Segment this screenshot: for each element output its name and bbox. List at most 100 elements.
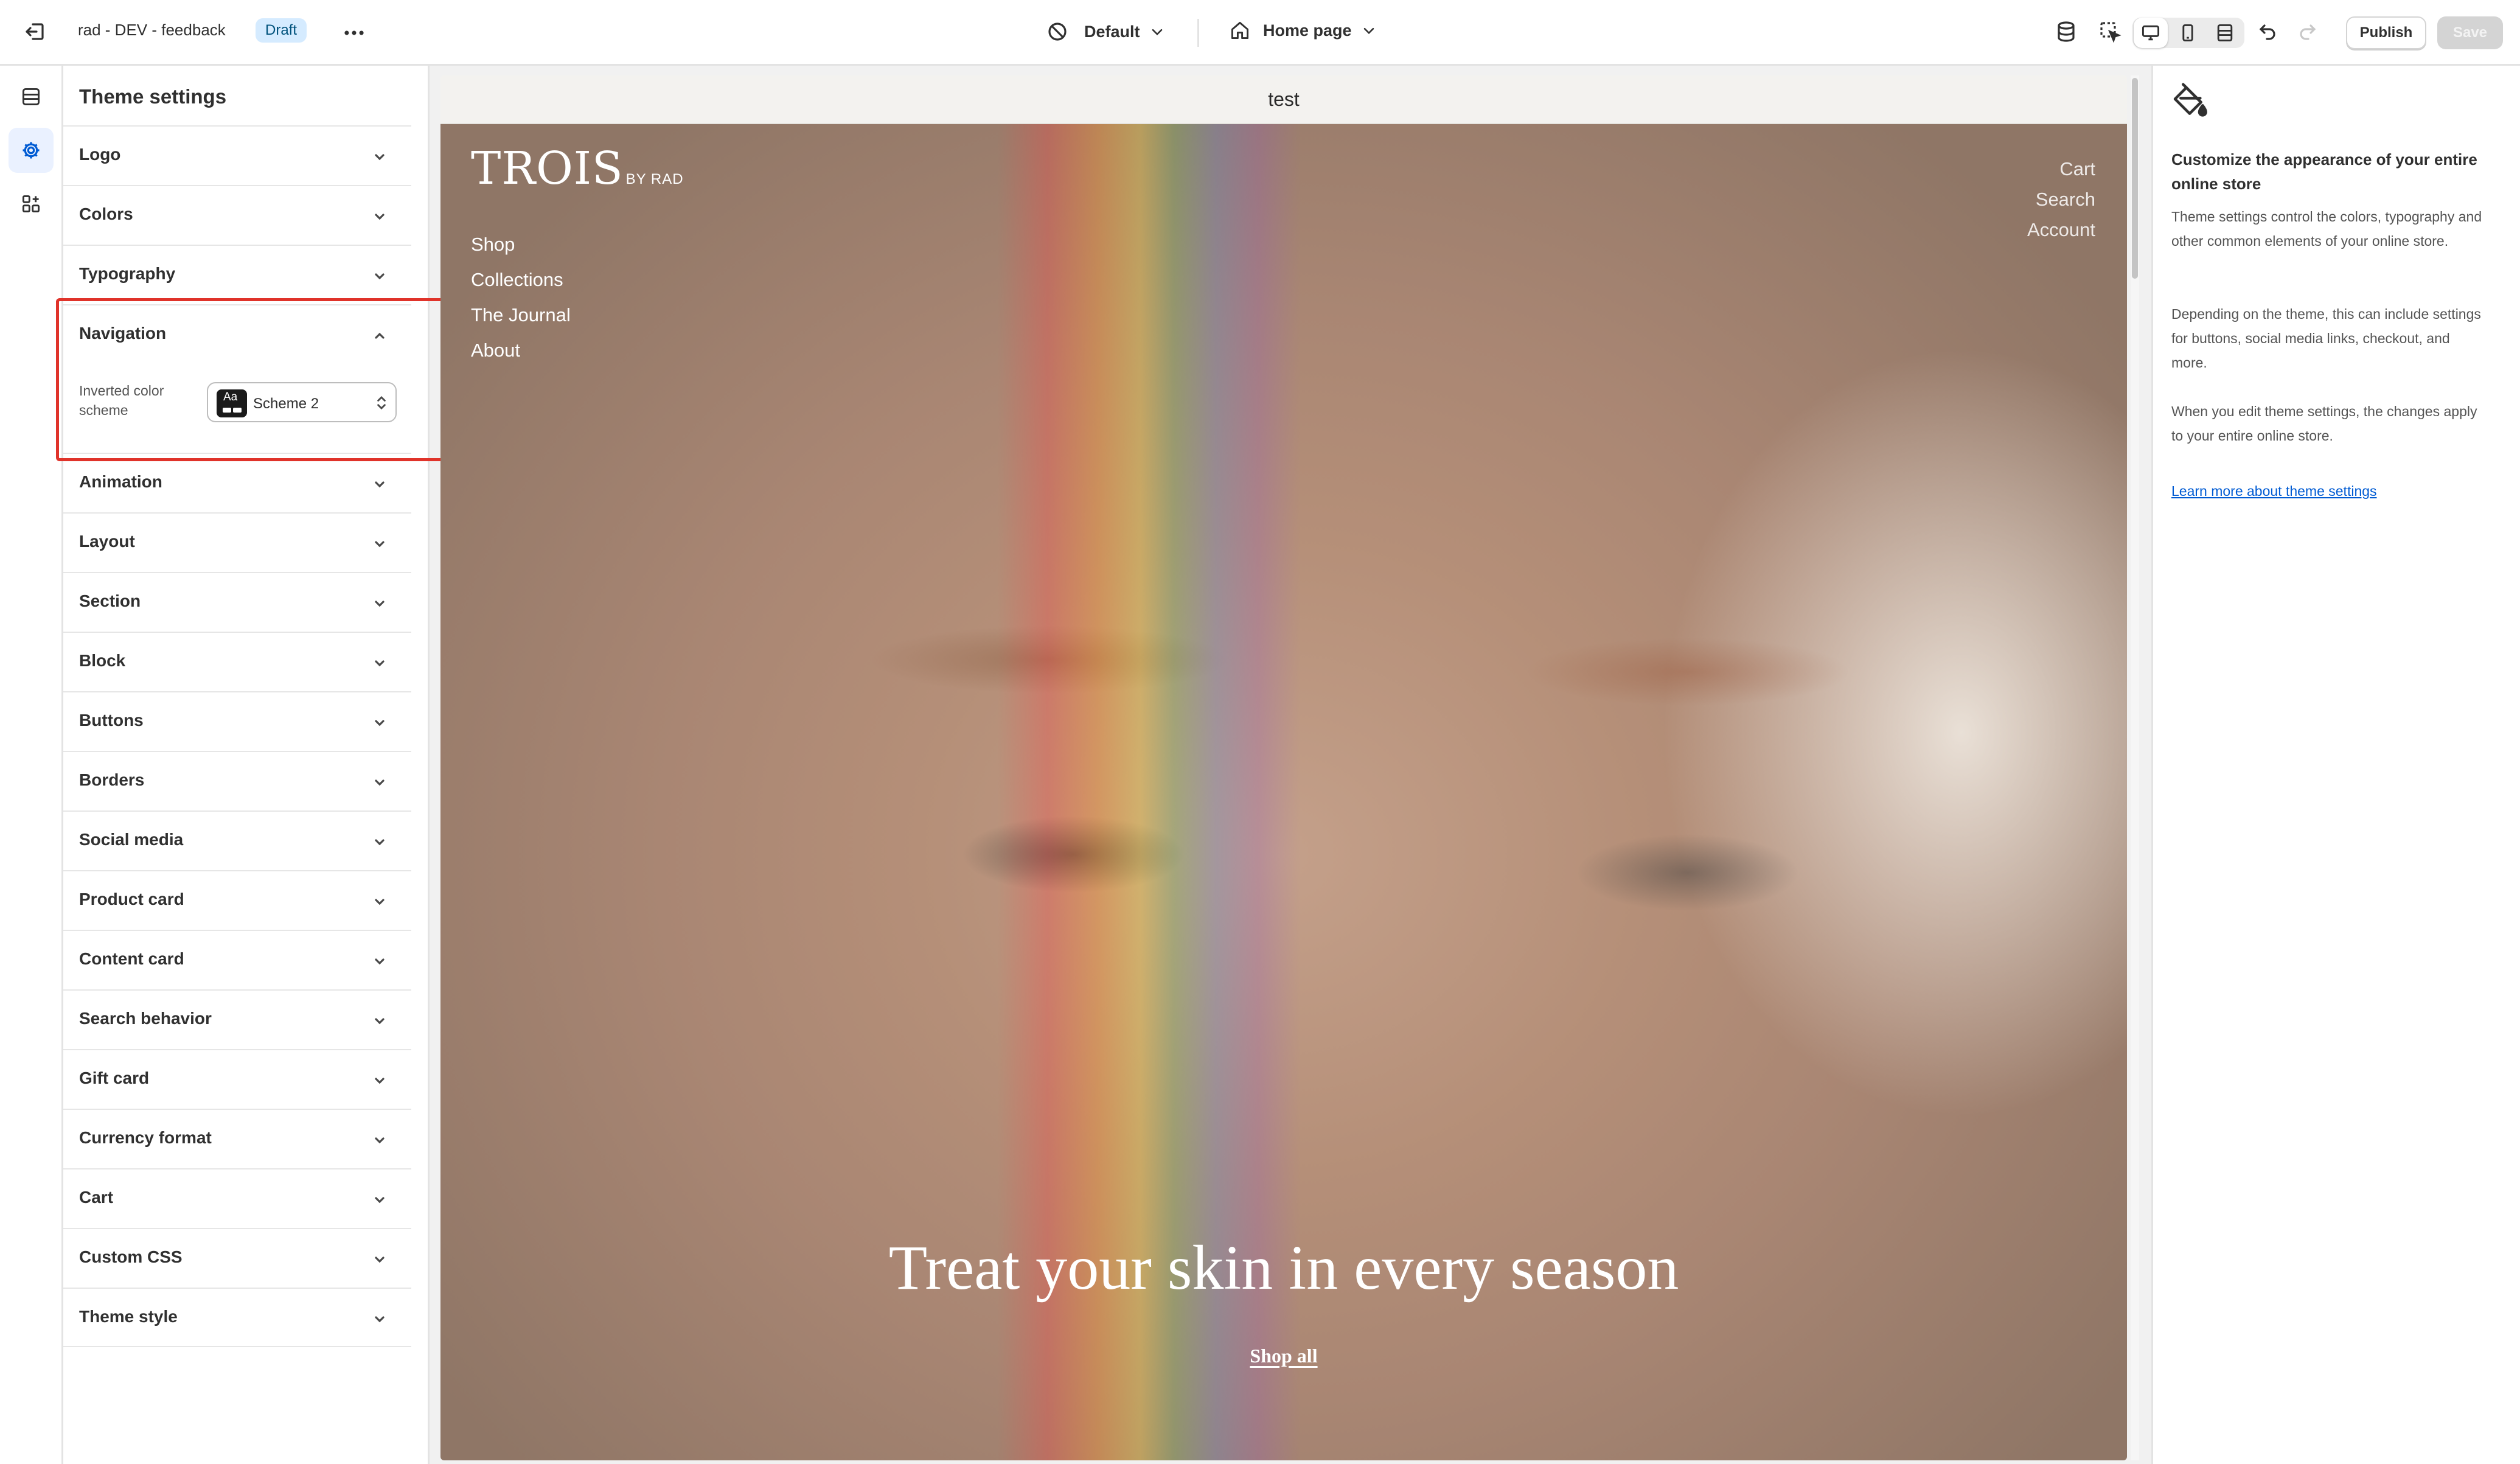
accordion-gift-card[interactable]: Gift card [63,1049,411,1109]
select-arrows-icon [372,392,391,414]
fullscreen-view-button[interactable] [2208,18,2242,48]
swatch-text: Aa [223,391,238,403]
accordion-label: Product card [79,890,184,908]
info-paragraph: Theme settings control the colors, typog… [2171,209,2482,249]
search-link[interactable]: Search [2036,189,2095,211]
menu-link-journal[interactable]: The Journal [471,304,571,326]
info-heading: Customize the appearance of your entire … [2171,150,2477,193]
menu-link-about[interactable]: About [471,340,520,361]
exit-icon[interactable] [23,19,47,44]
hero-image: TROIS BY RAD Shop Collections The Journal… [440,124,2127,1460]
account-link[interactable]: Account [2027,219,2095,241]
sections-button[interactable] [9,74,54,119]
announcement-bar: test [440,75,2127,124]
save-button[interactable]: Save [2437,16,2503,49]
theme-settings-button[interactable] [9,128,54,173]
chevron-down-icon [367,1307,392,1331]
inverted-color-scheme-label: Inverted color scheme [79,383,164,418]
accordion-label: Logo [79,145,121,164]
accordion-label: Block [79,651,126,670]
navigation-highlight [56,298,444,461]
color-scheme-select[interactable]: Aa Scheme 2 [207,382,397,422]
accordion-borders[interactable]: Borders [63,751,411,810]
accordion-label: Borders [79,770,145,789]
chevron-down-icon [367,1188,392,1212]
info-paragraph: Depending on the theme, this can include… [2171,306,2481,371]
learn-more-link[interactable]: Learn more about theme settings [2171,483,2377,500]
chevron-down-icon [367,204,392,229]
accordion-label: Cart [79,1188,114,1207]
apps-button[interactable] [9,181,54,226]
publish-button[interactable]: Publish [2346,16,2426,49]
chevron-down-icon [367,830,392,854]
page-dropdown-label: Home page [1263,21,1352,40]
logo-sub: BY RAD [625,171,684,187]
scrollbar-thumb[interactable] [2132,78,2138,279]
chevron-down-icon [367,770,392,795]
mobile-view-button[interactable] [2171,18,2205,48]
theme-dropdown[interactable]: Default [1045,19,1166,44]
accordion-buttons[interactable]: Buttons [63,691,411,751]
accordion-label: Section [79,591,141,610]
chevron-down-icon [367,1068,392,1093]
more-horizontal-icon[interactable] [341,19,367,46]
chevron-down-icon [367,890,392,914]
chevron-down-icon [367,1009,392,1033]
gear-icon [20,139,42,161]
preview-scrollbar[interactable] [2131,75,2139,1460]
menu-link-shop[interactable]: Shop [471,234,515,256]
accordion-label: Buttons [79,711,144,730]
accordion-label: Colors [79,204,133,223]
viewport-switcher [2132,18,2244,48]
color-scheme-swatch: Aa [217,389,247,417]
chevron-down-icon [367,145,392,169]
accordion-label: Currency format [79,1128,212,1147]
accordion-content-card[interactable]: Content card [63,930,411,989]
undo-icon[interactable] [2256,19,2280,44]
accordion-label: Typography [79,264,176,283]
accordion-label: Custom CSS [79,1247,183,1266]
info-panel: Customize the appearance of your entire … [2151,66,2520,1464]
page-dropdown[interactable]: Home page [1229,19,1377,41]
chevron-down-icon [367,949,392,974]
accordion-custom-css[interactable]: Custom CSS [63,1228,411,1288]
accordion-cart[interactable]: Cart [63,1168,411,1228]
chevron-down-icon [367,472,392,497]
accordion-block[interactable]: Block [63,632,411,691]
sections-icon [20,86,42,108]
accordion-search-behavior[interactable]: Search behavior [63,989,411,1049]
accordion-section[interactable]: Section [63,572,411,632]
menu-link-collections[interactable]: Collections [471,269,563,291]
accordion-typography[interactable]: Typography [63,245,411,304]
theme-settings-panel: Theme settings Logo Colors Typography Na… [63,66,430,1464]
desktop-icon [2140,22,2162,44]
cart-link[interactable]: Cart [2059,158,2095,180]
inspector-icon[interactable] [2098,19,2122,44]
accordion-product-card[interactable]: Product card [63,870,411,930]
desktop-view-button[interactable] [2134,18,2168,48]
accordion-theme-style[interactable]: Theme style [63,1288,411,1347]
redo-icon[interactable] [2295,19,2319,44]
theme-dropdown-label: Default [1084,22,1140,41]
top-bar: rad - DEV - feedback Draft Default Home … [0,0,2520,66]
accordion-animation[interactable]: Animation [63,453,411,512]
hero-heading: Treat your skin in every season [888,1233,1679,1303]
shop-all-link[interactable]: Shop all [440,1345,2127,1367]
store-logo[interactable]: TROIS BY RAD [471,142,684,195]
accordion-social-media[interactable]: Social media [63,810,411,870]
accordion-layout[interactable]: Layout [63,512,411,572]
chevron-down-icon [367,1128,392,1152]
theme-style-icon [1045,19,1070,44]
topbar-divider [1197,19,1199,47]
chevron-down-icon [367,532,392,556]
panel-title: Theme settings [79,85,227,108]
logo-main: TROIS [471,142,624,195]
paint-bucket-icon [2170,83,2209,122]
accordion-colors[interactable]: Colors [63,185,411,245]
chevron-down-icon [367,651,392,675]
accordion-logo[interactable]: Logo [63,125,411,185]
accordion-currency-format[interactable]: Currency format [63,1109,411,1168]
mobile-icon [2177,22,2199,44]
database-icon[interactable] [2054,19,2078,44]
chevron-down-icon [367,711,392,735]
